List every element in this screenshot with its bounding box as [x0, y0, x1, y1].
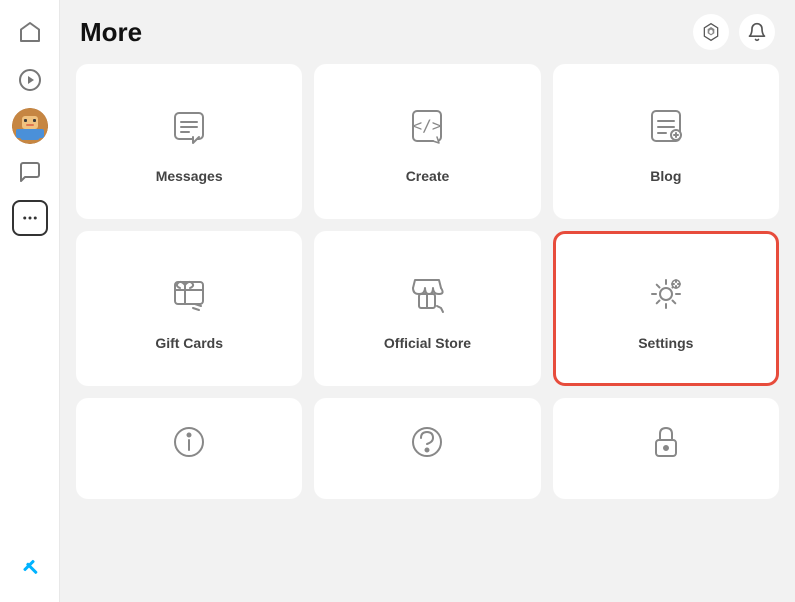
grid-item-create[interactable]: </> Create — [314, 64, 540, 219]
sidebar-item-avatar[interactable] — [12, 108, 48, 144]
lock-icon — [644, 420, 688, 469]
create-label: Create — [406, 168, 450, 184]
sidebar-item-discover[interactable] — [10, 60, 50, 100]
settings-icon — [644, 272, 688, 321]
gift-cards-icon — [167, 272, 211, 321]
header-icons — [693, 14, 775, 50]
grid-item-help[interactable] — [314, 398, 540, 499]
messages-label: Messages — [156, 168, 223, 184]
svg-text:</>: </> — [413, 116, 442, 135]
messages-icon — [167, 105, 211, 154]
info-icon — [167, 420, 211, 469]
blog-icon — [644, 105, 688, 154]
gift-cards-label: Gift Cards — [155, 335, 223, 351]
grid-item-info[interactable] — [76, 398, 302, 499]
page-title: More — [80, 17, 142, 48]
grid-item-official-store[interactable]: Official Store — [314, 231, 540, 386]
grid-item-settings[interactable]: Settings — [553, 231, 779, 386]
grid-item-messages[interactable]: Messages — [76, 64, 302, 219]
blog-label: Blog — [650, 168, 681, 184]
grid-item-blog[interactable]: Blog — [553, 64, 779, 219]
official-store-icon — [405, 272, 449, 321]
sidebar-item-home[interactable] — [10, 12, 50, 52]
sidebar-item-more[interactable] — [12, 200, 48, 236]
robux-button[interactable] — [693, 14, 729, 50]
notifications-button[interactable] — [739, 14, 775, 50]
sidebar — [0, 0, 60, 602]
official-store-label: Official Store — [384, 335, 471, 351]
sidebar-item-robux[interactable] — [10, 546, 50, 586]
create-icon: </> — [405, 105, 449, 154]
sidebar-item-chat[interactable] — [10, 152, 50, 192]
grid-container: Messages </> Create — [60, 60, 795, 602]
main-content: More — [60, 0, 795, 602]
header: More — [60, 0, 795, 60]
items-grid: Messages </> Create — [76, 64, 779, 511]
grid-item-lock[interactable] — [553, 398, 779, 499]
help-icon — [405, 420, 449, 469]
settings-label: Settings — [638, 335, 693, 351]
grid-item-gift-cards[interactable]: Gift Cards — [76, 231, 302, 386]
